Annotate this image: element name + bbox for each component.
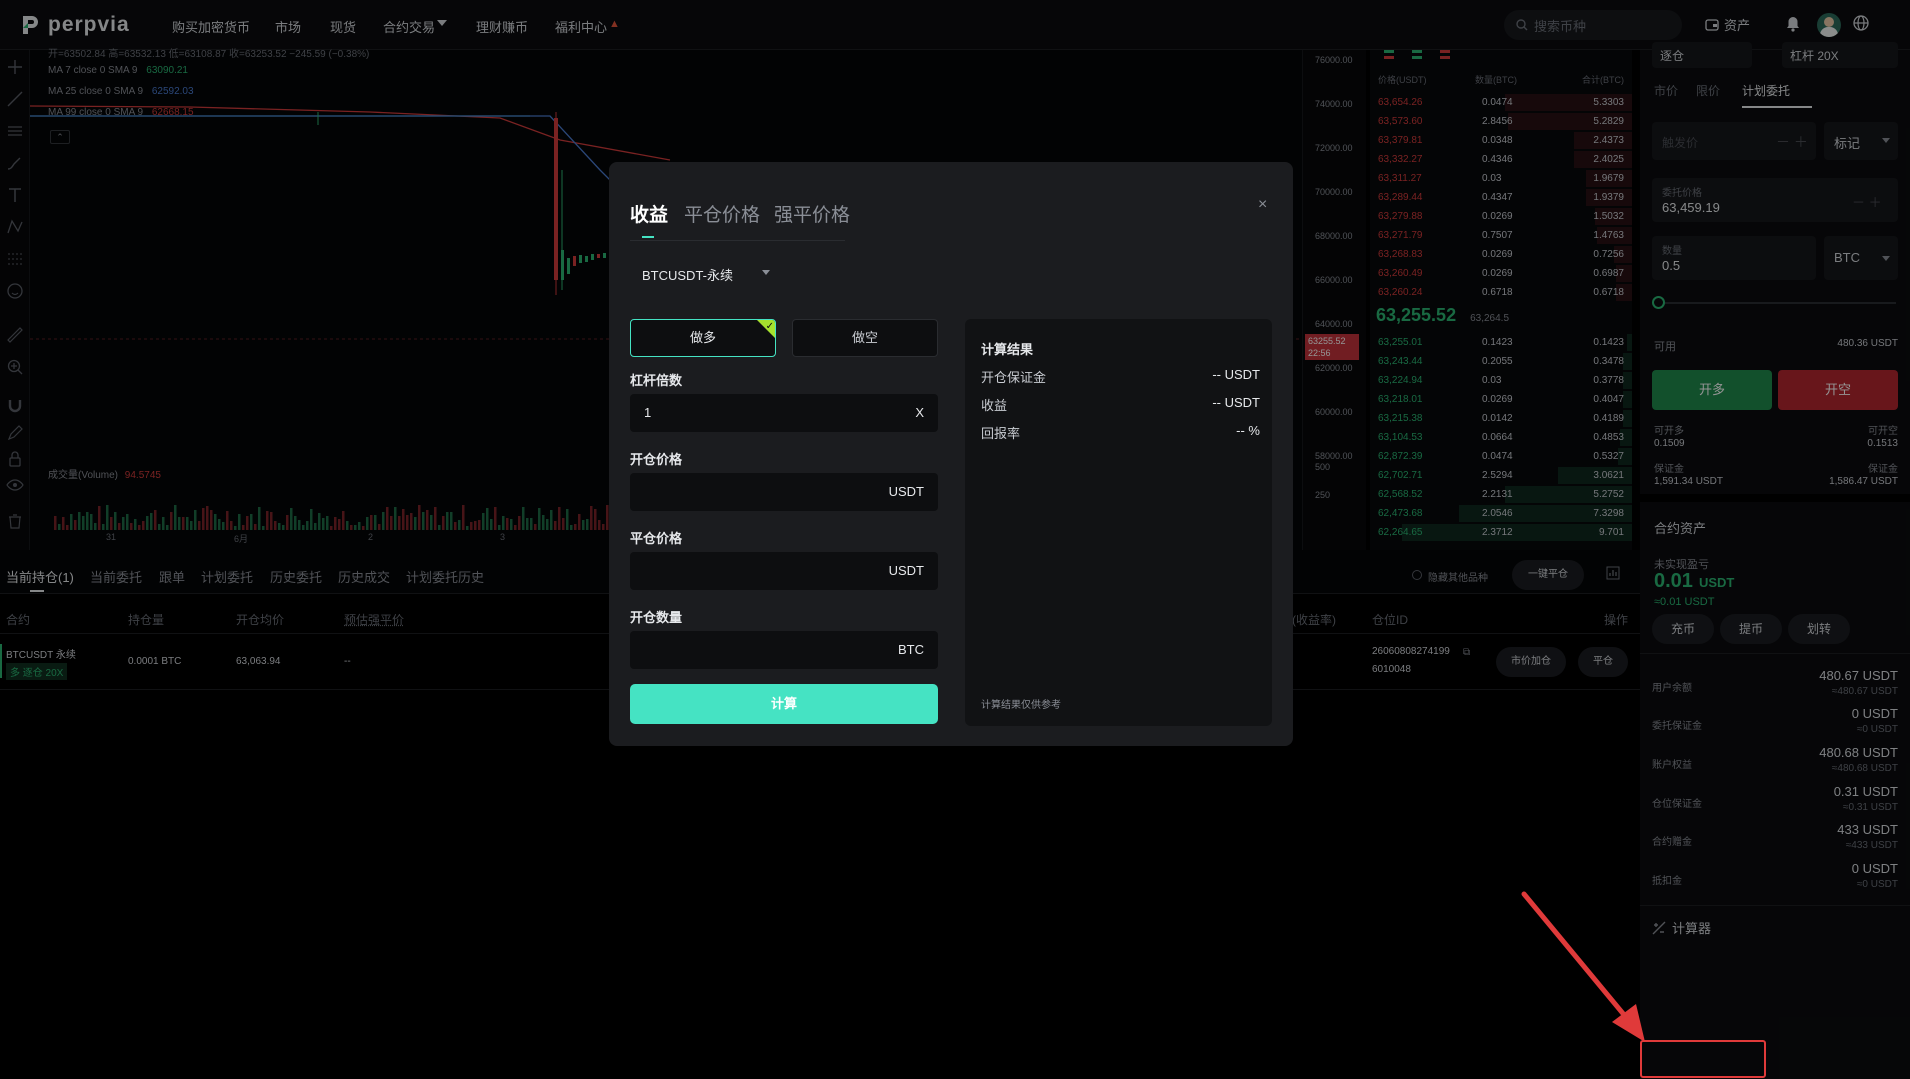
- tab-profit[interactable]: 收益: [630, 200, 668, 227]
- annotation-highlight-box: [1640, 1040, 1766, 1078]
- tab-close-price[interactable]: 平仓价格: [684, 200, 760, 227]
- open-qty-input[interactable]: BTC: [630, 631, 938, 669]
- symbol-select[interactable]: BTCUSDT-永续: [630, 256, 778, 288]
- tab-underline: [642, 236, 654, 238]
- result-key: 开仓保证金: [981, 370, 1047, 385]
- leverage-suffix: X: [915, 405, 924, 420]
- calculate-button[interactable]: 计算: [630, 684, 938, 724]
- app-root: perpvia 购买加密货币 市场 现货 合约交易 理财赚币 福利中心 ▲ 搜索…: [0, 0, 1910, 1079]
- close-icon[interactable]: ×: [1258, 196, 1267, 214]
- leverage-value: 1: [644, 405, 652, 420]
- tab-divider: [630, 240, 845, 241]
- calculator-modal: 收益 平仓价格 强平价格 × BTCUSDT-永续 做多 ✓ 做空 杠杆倍数 1…: [609, 162, 1293, 746]
- result-title: 计算结果: [981, 342, 1034, 357]
- open-price-input[interactable]: USDT: [630, 473, 938, 511]
- close-price-unit: USDT: [888, 563, 924, 578]
- short-label: 做空: [851, 330, 878, 345]
- long-label: 做多: [689, 330, 716, 345]
- open-price-label: 开仓价格: [630, 452, 683, 467]
- result-value: -- USDT: [1212, 395, 1260, 410]
- result-key: 收益: [981, 398, 1008, 413]
- close-price-input[interactable]: USDT: [630, 552, 938, 590]
- open-qty-label: 开仓数量: [630, 610, 683, 625]
- result-value: -- USDT: [1212, 367, 1260, 382]
- open-price-unit: USDT: [888, 484, 924, 499]
- open-qty-unit: BTC: [898, 642, 924, 657]
- close-price-label: 平仓价格: [630, 531, 683, 546]
- symbol-label: BTCUSDT-永续: [642, 268, 734, 283]
- check-icon: ✓: [765, 321, 774, 332]
- result-value: -- %: [1236, 423, 1260, 438]
- result-disclaimer: 计算结果仅供参考: [981, 700, 1061, 711]
- short-toggle[interactable]: 做空: [792, 319, 938, 357]
- chevron-down-icon: [762, 270, 770, 275]
- result-panel: 计算结果 开仓保证金 -- USDT 收益 -- USDT 回报率 -- % 计…: [965, 319, 1272, 726]
- long-toggle[interactable]: 做多 ✓: [630, 319, 776, 357]
- annotation-arrow: [1521, 891, 1645, 1042]
- tab-liq-price[interactable]: 强平价格: [774, 200, 850, 227]
- leverage-input[interactable]: 1 X: [630, 394, 938, 432]
- result-key: 回报率: [981, 426, 1021, 441]
- leverage-label: 杠杆倍数: [630, 373, 683, 388]
